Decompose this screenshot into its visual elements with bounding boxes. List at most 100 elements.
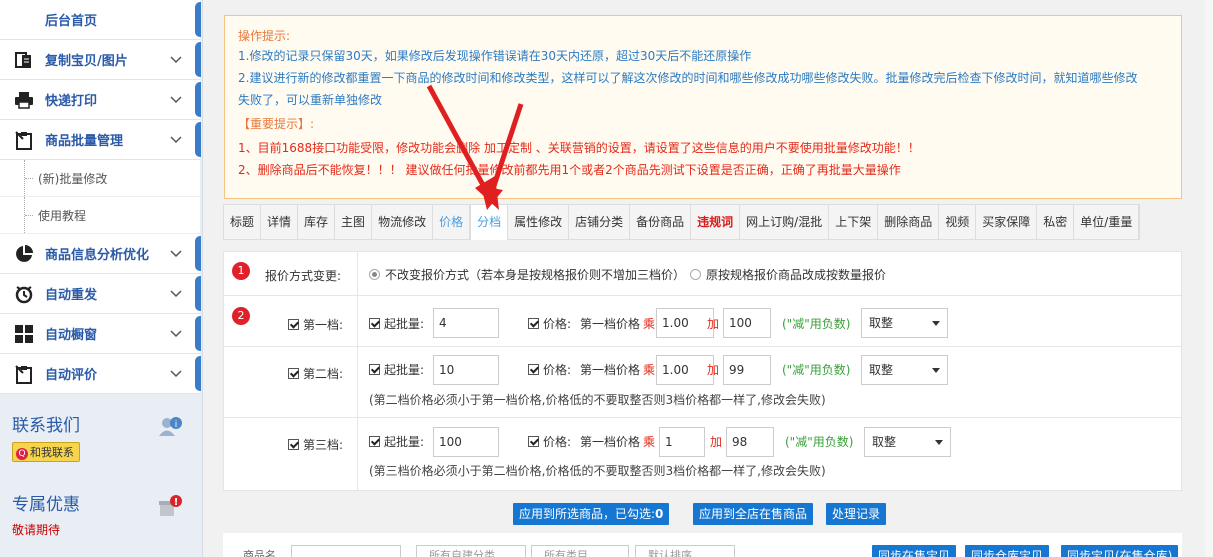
multiplier-input[interactable]: 1.00 xyxy=(656,308,714,338)
label-text: 起批量: xyxy=(384,363,425,377)
min-qty-label: 起批量: xyxy=(369,361,424,378)
tab-backup[interactable]: 备份商品 xyxy=(630,205,692,239)
tab-tier[interactable]: 分档 xyxy=(470,204,509,240)
product-name-label: 商品名 xyxy=(243,549,276,557)
tier-1-toggle[interactable]: 第一档: xyxy=(288,316,343,333)
tab-listing[interactable]: 上下架 xyxy=(829,205,879,239)
option-label: 原按规格报价商品改成按数量报价 xyxy=(706,268,887,282)
option-quantity-price[interactable]: 原按规格报价商品改成按数量报价 xyxy=(690,266,886,283)
chevron-down-icon xyxy=(170,53,182,68)
promo-subtitle: 敬请期待 xyxy=(12,523,61,537)
tier-2-toggle[interactable]: 第二档: xyxy=(288,365,343,382)
sidebar-item-batch[interactable]: 商品批量管理 xyxy=(0,120,201,160)
custom-category-select[interactable]: 所有自建分类 xyxy=(416,545,526,557)
notice-panel: 操作提示: 1.修改的记录只保留30天，如果修改后发现操作错误请在30天内还原，… xyxy=(224,15,1182,199)
sidebar-item-home[interactable]: 后台首页 xyxy=(0,0,201,40)
tab-private[interactable]: 私密 xyxy=(1037,205,1075,239)
qq-icon: Q xyxy=(16,448,28,460)
checkbox[interactable] xyxy=(288,439,299,450)
divider xyxy=(357,252,358,295)
min-qty-label: 起批量: xyxy=(369,433,424,450)
sidebar-item-auto-review[interactable]: 自动评价 xyxy=(0,354,201,394)
promo-box: 专属优惠 敬请期待 ! xyxy=(0,484,200,557)
scrollbar[interactable] xyxy=(1205,0,1213,557)
add-label: 加 xyxy=(707,363,720,377)
sync-warehouse-button[interactable]: 同步仓库宝贝 xyxy=(965,545,1050,557)
sync-on-sale-button[interactable]: 同步在售宝贝 xyxy=(872,545,957,557)
tab-attributes[interactable]: 属性修改 xyxy=(508,205,570,239)
sort-select[interactable]: 默认排序 xyxy=(635,545,735,557)
apply-all-button[interactable]: 应用到全店在售商品 xyxy=(693,503,814,525)
svg-text:!: ! xyxy=(174,497,179,508)
sidebar-item-auto-repost[interactable]: 自动重发 xyxy=(0,274,201,314)
rounding-select[interactable]: 取整 xyxy=(861,355,948,385)
rounding-select[interactable]: 取整 xyxy=(864,427,951,457)
copy-icon xyxy=(13,49,35,71)
checkbox[interactable] xyxy=(528,436,539,447)
add-input[interactable]: 100 xyxy=(723,308,771,338)
multiplier-input[interactable]: 1 xyxy=(659,427,705,457)
contact-button[interactable]: Q 和我联系 xyxy=(12,442,80,462)
tab-delete[interactable]: 删除商品 xyxy=(878,205,940,239)
sidebar-item-analysis[interactable]: 商品信息分析优化 xyxy=(0,234,201,274)
category-select[interactable]: 所有类目 xyxy=(531,545,629,557)
sidebar-item-label: 商品批量管理 xyxy=(45,134,124,149)
multiplier-input[interactable]: 1.00 xyxy=(656,355,714,385)
sidebar-item-auto-window[interactable]: 自动橱窗 xyxy=(0,314,201,354)
chevron-down-icon xyxy=(170,367,182,382)
tab-detail[interactable]: 详情 xyxy=(261,205,299,239)
checkbox[interactable] xyxy=(369,318,380,329)
apply-selected-button[interactable]: 应用到所选商品，已勾选:0 xyxy=(513,503,670,525)
tab-logistics[interactable]: 物流修改 xyxy=(372,205,434,239)
checkbox[interactable] xyxy=(369,436,380,447)
add-label: 加 xyxy=(710,435,723,449)
sidebar-item-print[interactable]: 快递打印 xyxy=(0,80,201,120)
radio-button[interactable] xyxy=(690,269,701,280)
min-qty-input[interactable]: 100 xyxy=(433,427,499,457)
chevron-down-icon xyxy=(170,247,182,262)
add-input[interactable]: 99 xyxy=(723,355,771,385)
sidebar-subitem-batch-edit[interactable]: (新)批量修改 xyxy=(0,160,200,197)
checkbox[interactable] xyxy=(528,364,539,375)
add-input[interactable]: 98 xyxy=(726,427,774,457)
checkbox[interactable] xyxy=(288,368,299,379)
min-qty-input[interactable]: 4 xyxy=(433,308,499,338)
selected-count: 0 xyxy=(655,507,664,521)
tab-price[interactable]: 价格 xyxy=(433,205,471,239)
tab-stock[interactable]: 库存 xyxy=(298,205,336,239)
checkbox[interactable] xyxy=(369,364,380,375)
sidebar-item-label: 复制宝贝/图片 xyxy=(45,54,128,69)
min-qty-input[interactable]: 10 xyxy=(433,355,499,385)
notice-line-1: 1.修改的记录只保留30天，如果修改后发现操作错误请在30天内还原，超过30天后… xyxy=(238,49,752,63)
tab-title[interactable]: 标题 xyxy=(224,205,262,239)
tab-buyer-protection[interactable]: 买家保障 xyxy=(976,205,1038,239)
tab-video[interactable]: 视频 xyxy=(939,205,977,239)
checkbox[interactable] xyxy=(528,318,539,329)
chevron-down-icon xyxy=(170,93,182,108)
tier-3-toggle[interactable]: 第三档: xyxy=(288,436,343,453)
rounding-select[interactable]: 取整 xyxy=(861,308,948,338)
tab-shop-category[interactable]: 店铺分类 xyxy=(569,205,631,239)
sidebar-subitem-tutorial[interactable]: 使用教程 xyxy=(0,197,200,234)
sidebar-item-copy[interactable]: 复制宝贝/图片 xyxy=(0,40,201,80)
radio-button[interactable] xyxy=(369,269,380,280)
tab-main-image[interactable]: 主图 xyxy=(335,205,373,239)
user-info-icon: i xyxy=(158,415,184,440)
notice-line-2b: 失败了，可以重新单独修改 xyxy=(238,93,383,107)
chevron-down-icon xyxy=(170,327,182,342)
product-name-input[interactable] xyxy=(291,545,401,557)
tab-online-order[interactable]: 网上订购/混批 xyxy=(740,205,830,239)
sync-all-button[interactable]: 同步宝贝(在售仓库) xyxy=(1061,545,1179,557)
records-button[interactable]: 处理记录 xyxy=(826,503,887,525)
label-text: 价格: xyxy=(543,435,572,449)
option-keep-method[interactable]: 不改变报价方式（若本身是按规格报价则不增加三档价） xyxy=(369,266,685,283)
sidebar-item-label: 自动橱窗 xyxy=(45,328,98,343)
subitem-label: 使用教程 xyxy=(38,208,87,223)
label-text: 起批量: xyxy=(384,435,425,449)
contact-box: 联系我们 Q 和我联系 i xyxy=(0,405,200,483)
tab-banned-words[interactable]: 违规词 xyxy=(691,205,741,239)
tab-unit-weight[interactable]: 单位/重量 xyxy=(1074,205,1140,239)
checkbox[interactable] xyxy=(288,319,299,330)
add-label: 加 xyxy=(707,317,720,331)
tier-label: 第三档: xyxy=(303,438,344,452)
